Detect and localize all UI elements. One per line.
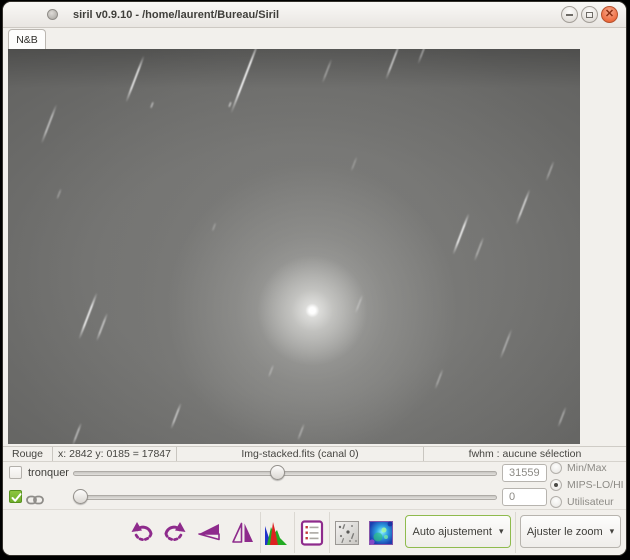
toolbar-separator xyxy=(329,512,330,553)
star-trail xyxy=(56,188,62,200)
radio-minmax[interactable]: Min/Max xyxy=(550,461,624,475)
status-cursor-coords: x: 2842 y: 0185 = 17847 xyxy=(53,447,177,461)
rotate-ccw-icon xyxy=(130,520,156,546)
statistics-button[interactable] xyxy=(299,520,325,546)
radio-mips-lo-hi[interactable]: MIPS-LO/HI xyxy=(550,478,624,492)
toolbar-separator xyxy=(515,512,516,553)
slider-handle[interactable] xyxy=(73,489,88,504)
image-canvas[interactable] xyxy=(8,49,580,444)
auto-adjust-label: Auto ajustement xyxy=(412,526,492,538)
star-trail xyxy=(170,403,182,430)
radio-label: Min/Max xyxy=(567,462,607,474)
minimize-button[interactable] xyxy=(561,6,578,23)
low-level-entry[interactable] xyxy=(502,488,547,506)
star-trail xyxy=(417,49,429,64)
scaling-mode-radios: Min/Max MIPS-LO/HI Utilisateur xyxy=(550,461,624,512)
star-trail xyxy=(557,406,567,427)
auto-adjust-button[interactable]: Auto ajustement ▾ xyxy=(405,515,511,548)
flip-vertical-icon xyxy=(230,520,256,546)
chain-link-icon xyxy=(26,492,44,510)
siril-window: siril v0.9.10 - /home/laurent/Bureau/Sir… xyxy=(3,2,626,555)
status-fwhm: fwhm : aucune sélection xyxy=(424,447,626,461)
star-trail xyxy=(41,104,58,144)
slider-handle[interactable] xyxy=(270,465,285,480)
statistics-icon xyxy=(299,520,325,546)
star-trail xyxy=(125,55,145,102)
star-trail xyxy=(321,59,332,84)
star-trail xyxy=(268,364,275,378)
dropdown-caret-icon: ▾ xyxy=(499,526,504,537)
bottom-toolbar: Auto ajustement ▾ Ajuster le zoom ▾ xyxy=(3,509,626,555)
star-trail xyxy=(150,101,155,109)
star-trail xyxy=(78,292,98,339)
status-filename: Img-stacked.fits (canal 0) xyxy=(177,447,424,461)
toolbar-separator xyxy=(294,512,295,553)
close-icon: ✕ xyxy=(605,9,614,20)
flip-vertical-button[interactable] xyxy=(230,520,256,546)
star-trail xyxy=(211,222,216,232)
adjust-zoom-label: Ajuster le zoom xyxy=(527,526,603,538)
radio-label: Utilisateur xyxy=(567,496,614,508)
window-controls: ✕ xyxy=(561,6,618,23)
star-trail xyxy=(350,156,358,172)
tab-label: N&B xyxy=(16,34,38,46)
star-trail xyxy=(515,189,530,225)
radio-label: MIPS-LO/HI xyxy=(567,479,624,491)
negative-view-button[interactable] xyxy=(335,521,359,545)
slider-track xyxy=(73,495,497,500)
titlebar[interactable]: siril v0.9.10 - /home/laurent/Bureau/Sir… xyxy=(3,2,626,28)
truncate-label: tronquer xyxy=(28,464,69,482)
high-level-entry[interactable] xyxy=(502,464,547,482)
maximize-button[interactable] xyxy=(581,6,598,23)
flip-horizontal-icon xyxy=(196,520,222,546)
minimize-icon xyxy=(566,14,573,16)
chain-channels-checkbox[interactable] xyxy=(9,490,22,503)
radio-utilisateur[interactable]: Utilisateur xyxy=(550,495,624,509)
radio-icon xyxy=(550,462,562,474)
star-trail xyxy=(434,368,444,389)
radio-icon xyxy=(550,479,562,491)
status-bar: Rouge x: 2842 y: 0185 = 17847 Img-stacke… xyxy=(3,446,626,462)
window-title: siril v0.9.10 - /home/laurent/Bureau/Sir… xyxy=(73,9,279,21)
star-trail xyxy=(230,49,260,114)
star-trail xyxy=(473,237,484,262)
high-level-row: tronquer xyxy=(3,464,626,482)
maximize-icon xyxy=(586,12,593,18)
low-level-slider[interactable] xyxy=(73,488,497,506)
false-color-view-button[interactable] xyxy=(369,521,393,545)
tab-bar: N&B xyxy=(3,29,626,49)
star-trail xyxy=(499,329,512,360)
adjust-zoom-button[interactable]: Ajuster le zoom ▾ xyxy=(520,515,621,548)
checkmark-icon xyxy=(10,491,23,504)
rotate-cw-button[interactable] xyxy=(161,520,187,546)
radio-icon xyxy=(550,496,562,508)
dropdown-caret-icon: ▾ xyxy=(610,526,615,537)
status-channel: Rouge xyxy=(3,447,53,461)
star-trail xyxy=(354,294,363,313)
rotate-cw-icon xyxy=(161,520,187,546)
histogram-button[interactable] xyxy=(264,520,290,546)
star-trail xyxy=(545,160,555,181)
tab-nb[interactable]: N&B xyxy=(8,29,46,49)
flip-horizontal-button[interactable] xyxy=(196,520,222,546)
false-color-view-icon xyxy=(369,521,393,545)
desktop: { "titlebar": { "title": "siril v0.9.10 … xyxy=(0,0,630,560)
toolbar-separator xyxy=(260,512,261,553)
truncate-checkbox[interactable] xyxy=(9,466,22,479)
star-trail xyxy=(452,213,470,255)
rotate-ccw-button[interactable] xyxy=(130,520,156,546)
low-level-row xyxy=(3,488,626,506)
star-trail xyxy=(297,423,305,441)
close-button[interactable]: ✕ xyxy=(601,6,618,23)
negative-view-icon xyxy=(335,521,359,545)
high-level-slider[interactable] xyxy=(73,464,497,482)
star-trail xyxy=(385,49,401,80)
star-trail xyxy=(72,422,82,444)
histogram-icon xyxy=(264,520,290,546)
star-trail xyxy=(96,313,109,342)
app-icon xyxy=(47,9,58,20)
